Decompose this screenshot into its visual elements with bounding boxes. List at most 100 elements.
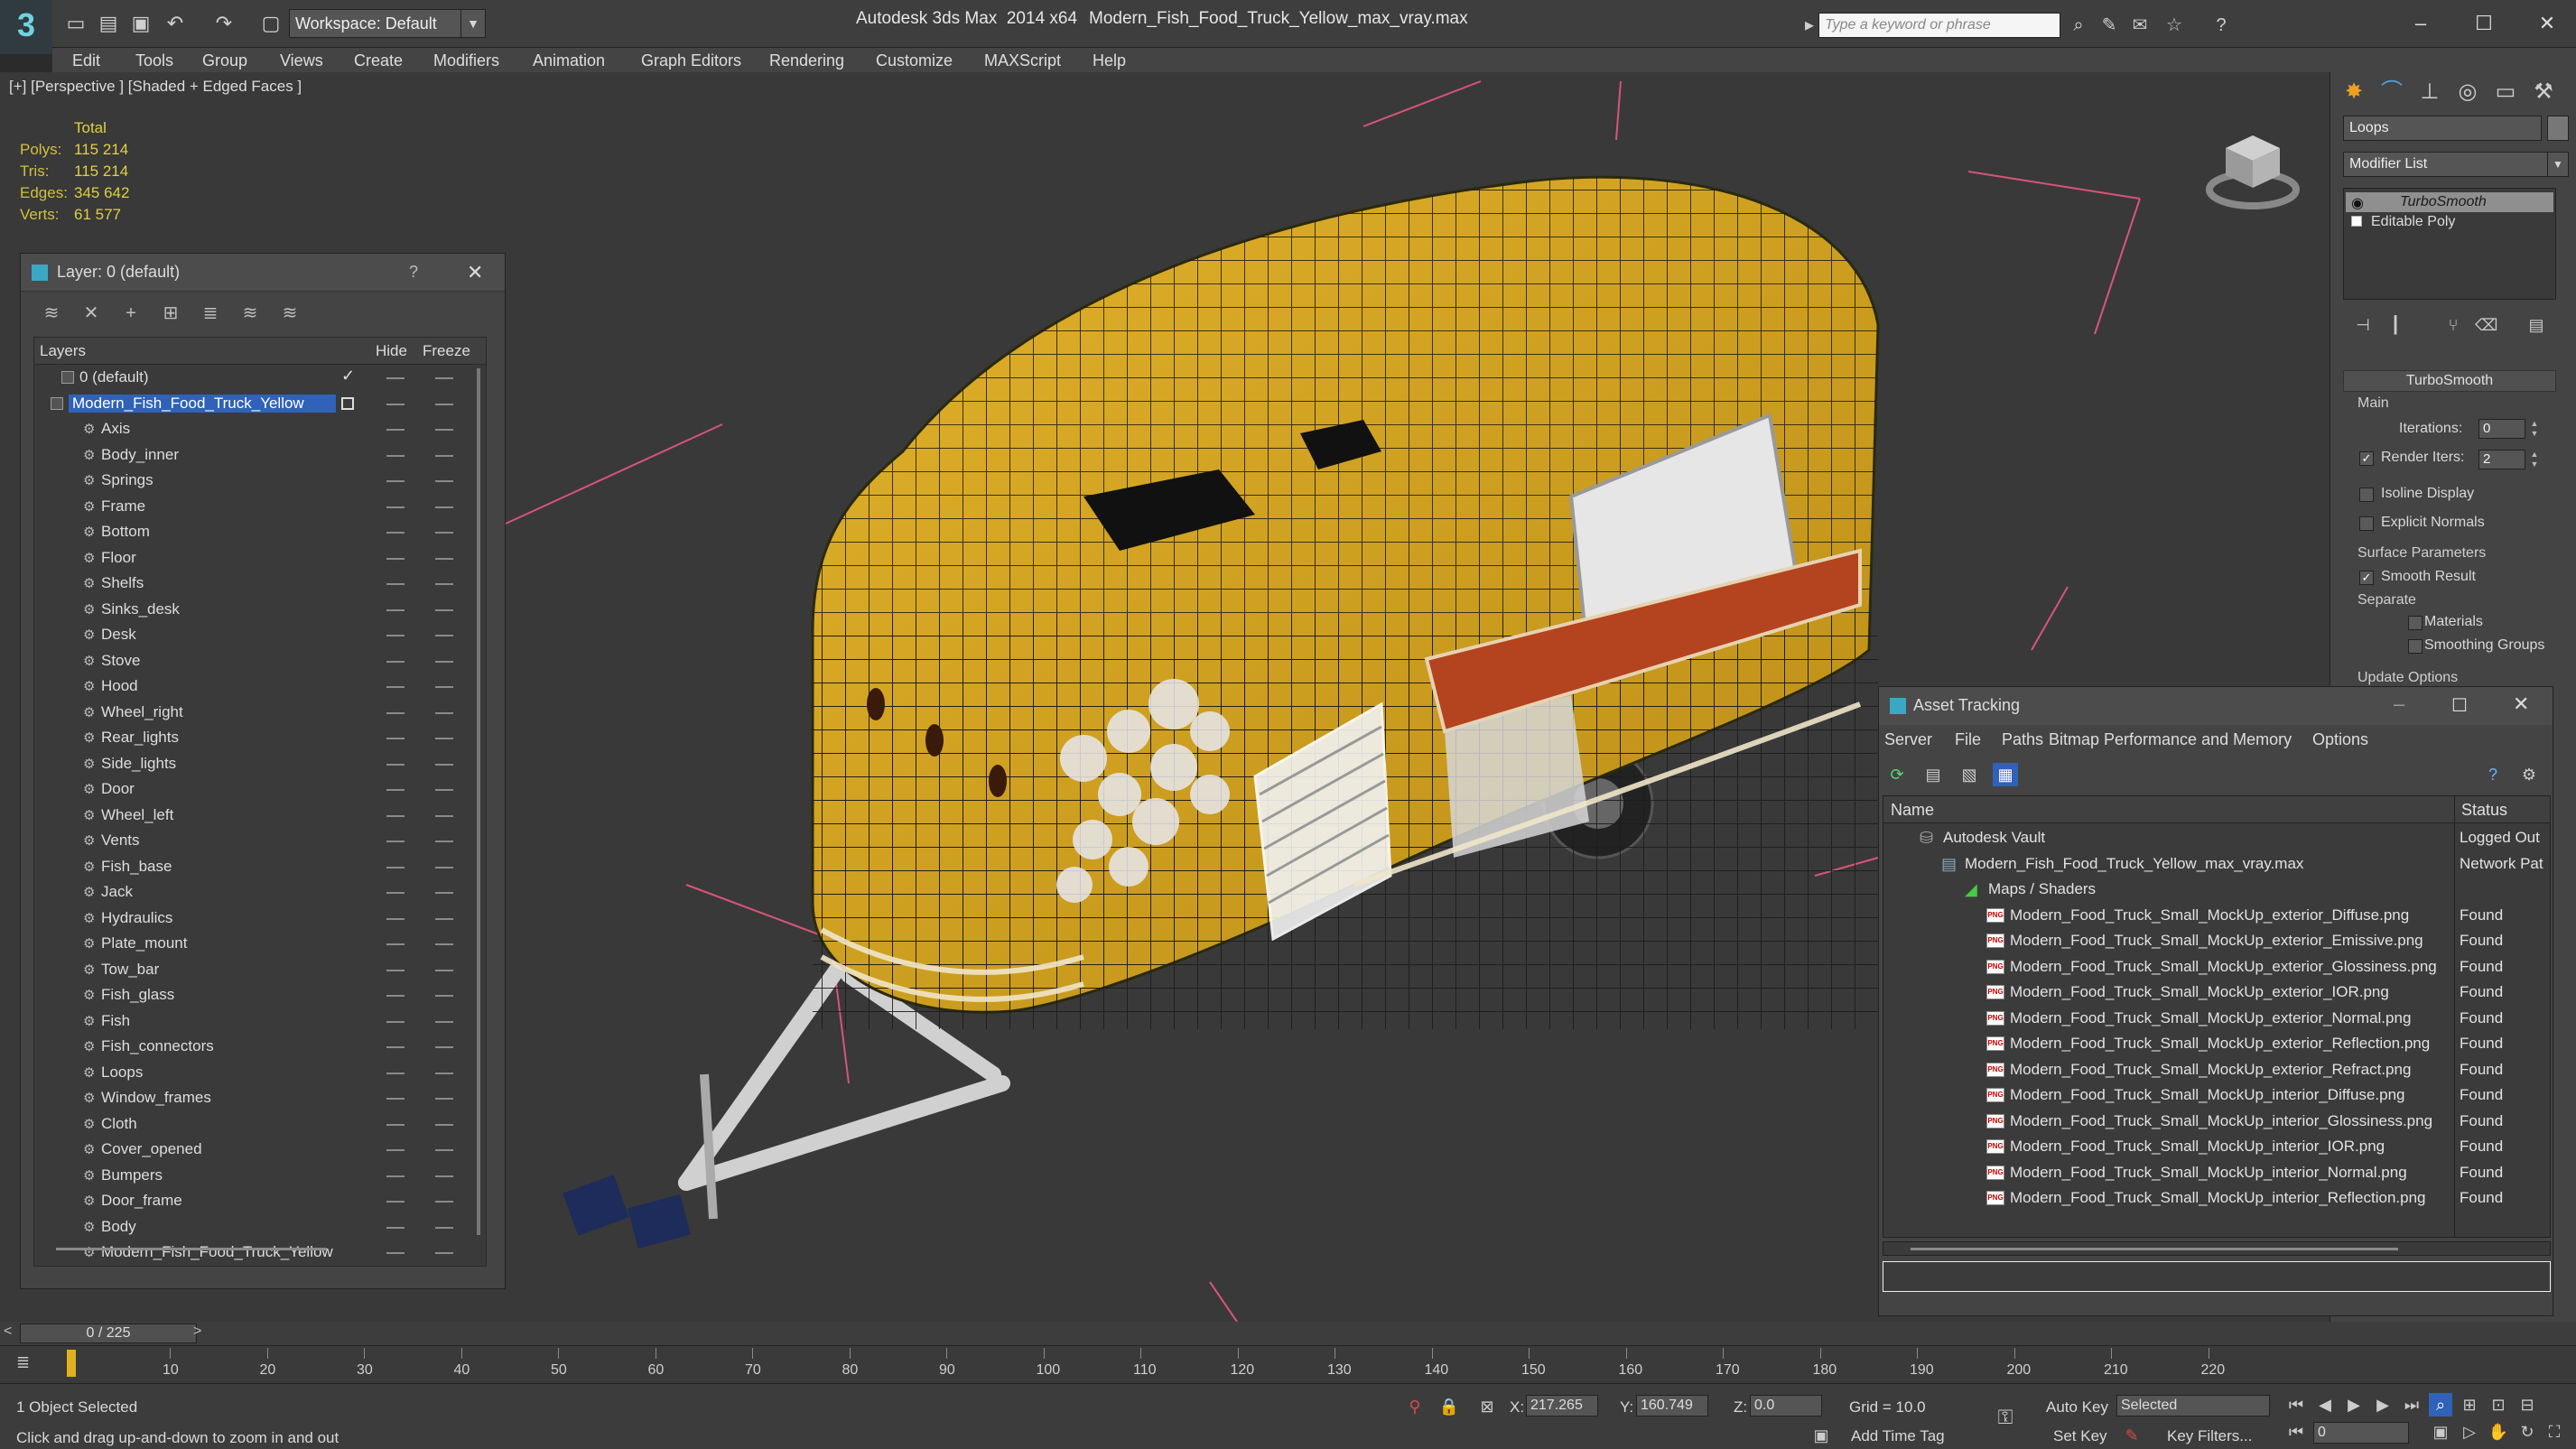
settings-icon[interactable]: ⚙: [2516, 763, 2542, 786]
new-file-icon[interactable]: ▭: [63, 11, 88, 36]
table-view-icon[interactable]: ▦: [1993, 763, 2018, 786]
project-folder-icon[interactable]: ▢: [258, 11, 284, 36]
turbosmooth-rollout-header[interactable]: TurboSmooth: [2343, 370, 2556, 392]
menu-edit[interactable]: Edit: [72, 51, 100, 70]
time-tag-icon[interactable]: ▣: [1809, 1424, 1833, 1447]
asset-dialog-titlebar[interactable]: Asset Tracking – ☐ ✕: [1879, 687, 2553, 725]
thumbnail-view-icon[interactable]: ▧: [1957, 763, 1982, 786]
layer-dialog-titlebar[interactable]: Layer: 0 (default) ? ✕: [21, 254, 505, 292]
close-dialog-button[interactable]: ✕: [467, 261, 483, 284]
auto-key-button[interactable]: Auto Key: [2046, 1398, 2108, 1416]
freeze-toggle[interactable]: [435, 583, 453, 585]
hide-toggle[interactable]: [386, 1046, 405, 1048]
trackbar[interactable]: ≣ 10 20 30 40 50 60 70 80 90 100 110 120 130 140 150 16…: [0, 1345, 2576, 1383]
hide-toggle[interactable]: [386, 943, 405, 945]
layer-object-row[interactable]: ⚙ Floor: [34, 545, 470, 571]
freeze-toggle[interactable]: [435, 660, 453, 663]
render-iters-spinner[interactable]: 2: [2478, 450, 2525, 469]
menu-maxscript[interactable]: MAXScript: [984, 51, 1061, 70]
hide-toggle[interactable]: [386, 866, 405, 868]
hide-toggle[interactable]: [386, 403, 405, 405]
freeze-toggle[interactable]: [435, 969, 453, 971]
layer-vscrollbar[interactable]: [477, 368, 480, 1235]
layer-object-row[interactable]: ⚙ Loops: [34, 1060, 470, 1086]
create-tab-icon[interactable]: ✸: [2338, 76, 2370, 108]
remove-modifier-icon[interactable]: ⌫: [2475, 314, 2497, 336]
layer-object-row[interactable]: ⚙ Bottom: [34, 519, 470, 545]
current-layer-toggle[interactable]: [341, 396, 354, 410]
open-file-icon[interactable]: ▤: [96, 11, 121, 36]
menu-server[interactable]: Server: [1884, 730, 1932, 749]
stack-item-turbosmooth[interactable]: TurboSmooth: [2400, 194, 2487, 210]
freeze-toggle[interactable]: [435, 866, 453, 868]
asset-tracking-dialog[interactable]: Asset Tracking – ☐ ✕ Server File Paths B…: [1878, 686, 2553, 1316]
layer-object-row[interactable]: ⚙ Axis: [34, 416, 470, 442]
search-input[interactable]: Type a keyword or phrase: [1818, 13, 2060, 38]
layer-object-row[interactable]: ⚙ Door_frame: [34, 1188, 470, 1214]
freeze-toggle[interactable]: [435, 635, 453, 636]
freeze-column-header[interactable]: Freeze: [423, 342, 470, 360]
freeze-toggle[interactable]: [435, 711, 453, 714]
hide-toggle[interactable]: [386, 686, 405, 688]
chevron-down-icon[interactable]: ▼: [460, 9, 486, 38]
status-column-header[interactable]: Status: [2461, 801, 2507, 820]
asset-row[interactable]: PNG Modern_Food_Truck_Small_MockUp_exteri…: [1883, 1006, 2550, 1032]
layer-row-selected[interactable]: Modern_Fish_Food_Truck_Yellow: [34, 391, 470, 417]
display-tab-icon[interactable]: ▭: [2489, 76, 2522, 108]
help-icon[interactable]: ?: [2209, 13, 2234, 38]
asset-row[interactable]: PNG Modern_Food_Truck_Small_MockUp_exteri…: [1883, 903, 2550, 929]
binoculars-icon[interactable]: ⌕: [2066, 13, 2091, 38]
layer-object-row[interactable]: ⚙ Cloth: [34, 1111, 470, 1138]
hide-toggle[interactable]: [386, 917, 405, 920]
modifier-stack[interactable]: ◉ TurboSmooth Editable Poly: [2343, 188, 2556, 300]
freeze-toggle[interactable]: [435, 557, 453, 560]
freeze-toggle[interactable]: [435, 1201, 453, 1203]
undo-icon[interactable]: ↶: [163, 11, 188, 36]
asset-row[interactable]: PNG Modern_Food_Truck_Small_MockUp_interi…: [1883, 1160, 2550, 1186]
close-button[interactable]: ✕: [2525, 7, 2570, 40]
selection-lock-icon[interactable]: 🔒: [1437, 1395, 1461, 1418]
hide-toggle[interactable]: [386, 789, 405, 791]
viewcube-icon[interactable]: [2203, 117, 2302, 221]
asset-row[interactable]: PNG Modern_Food_Truck_Small_MockUp_interi…: [1883, 1109, 2550, 1135]
layer-object-row[interactable]: ⚙ Fish_connectors: [34, 1034, 470, 1060]
asset-hscrollbar[interactable]: [1883, 1241, 2551, 1256]
asset-row[interactable]: ◢ Maps / Shaders: [1883, 877, 2550, 903]
hide-toggle[interactable]: [386, 711, 405, 714]
freeze-toggle[interactable]: [435, 506, 453, 508]
hide-toggle[interactable]: [386, 1175, 405, 1177]
menu-options[interactable]: Options: [2312, 730, 2368, 749]
next-frame-icon[interactable]: ▶: [2371, 1393, 2395, 1416]
favorites-star-icon[interactable]: ☆: [2162, 13, 2187, 38]
hide-toggle[interactable]: [386, 1226, 405, 1229]
previous-frame-icon[interactable]: ◀: [2313, 1393, 2337, 1416]
list-view-icon[interactable]: ▤: [1920, 763, 1946, 786]
maximize-button[interactable]: ☐: [2451, 694, 2468, 717]
freeze-toggle[interactable]: [435, 454, 453, 457]
layer-object-row[interactable]: ⚙ Hood: [34, 673, 470, 700]
isolate-selection-icon[interactable]: ⚲: [1403, 1395, 1427, 1418]
asset-table[interactable]: Name Status ⛁ Autodesk Vault Logged Out ▤ Mo…: [1883, 795, 2551, 1238]
freeze-toggle[interactable]: [435, 1072, 453, 1074]
asset-row[interactable]: PNG Modern_Food_Truck_Small_MockUp_exteri…: [1883, 1031, 2550, 1057]
layer-object-row[interactable]: ⚙ Fish: [34, 1008, 470, 1035]
explicit-normals-checkbox[interactable]: [2359, 516, 2374, 531]
menu-graph-editors[interactable]: Graph Editors: [641, 51, 741, 70]
hide-toggle[interactable]: [386, 480, 405, 482]
layer-object-row[interactable]: ⚙ Cover_opened: [34, 1137, 470, 1163]
key-icon[interactable]: ⚿: [1994, 1406, 2017, 1429]
iterations-spinner[interactable]: 0: [2478, 419, 2525, 439]
help-icon[interactable]: ?: [2480, 763, 2506, 786]
layer-object-row[interactable]: ⚙ Bumpers: [34, 1163, 470, 1189]
z-coordinate-field[interactable]: 0.0: [1750, 1395, 1822, 1416]
asset-row[interactable]: PNG Modern_Food_Truck_Small_MockUp_exteri…: [1883, 980, 2550, 1006]
smoothing-groups-checkbox[interactable]: [2408, 639, 2423, 654]
zoom-extents-all-icon[interactable]: ⊟: [2516, 1393, 2539, 1416]
hide-toggle[interactable]: [386, 454, 405, 457]
layer-object-row[interactable]: ⚙ Desk: [34, 622, 470, 648]
add-time-tag-button[interactable]: Add Time Tag: [1851, 1427, 1945, 1445]
menu-views[interactable]: Views: [280, 51, 323, 70]
isoline-display-checkbox[interactable]: [2359, 488, 2374, 502]
asset-path-field[interactable]: [1883, 1261, 2551, 1292]
time-slider[interactable]: < 0 / 225 >: [0, 1322, 2576, 1345]
